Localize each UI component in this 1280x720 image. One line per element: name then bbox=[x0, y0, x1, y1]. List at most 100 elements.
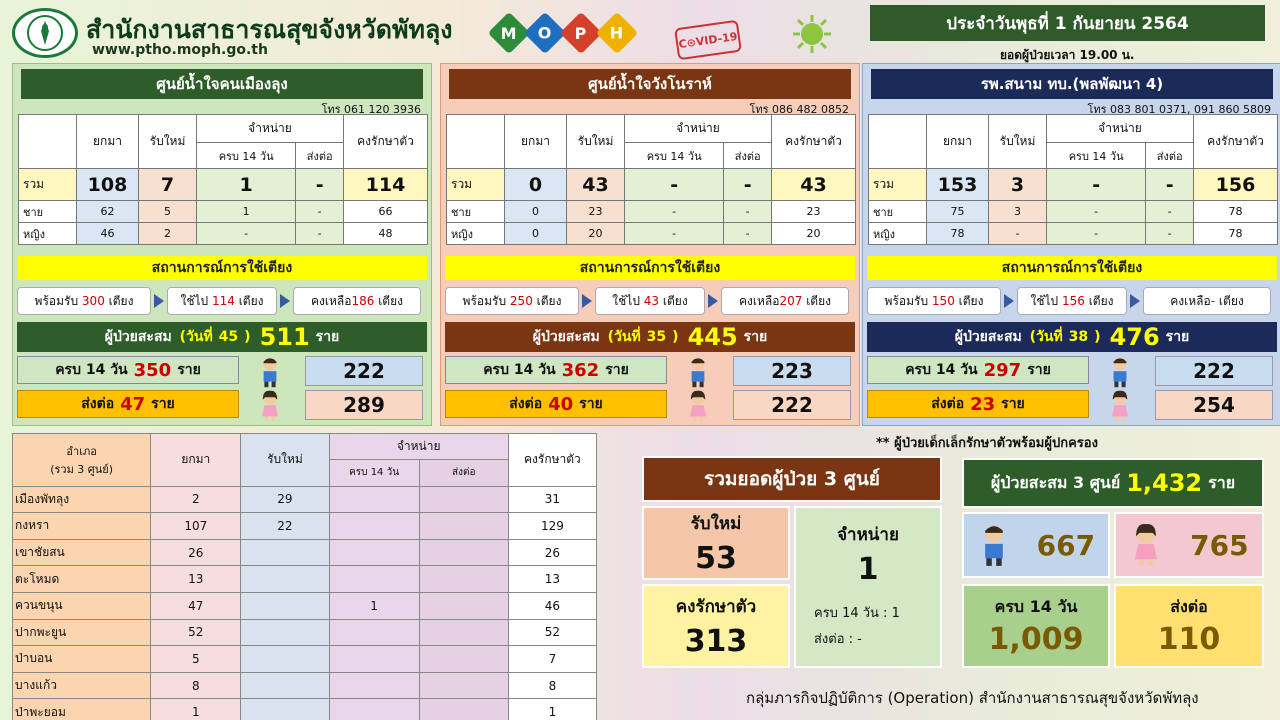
girl-icon bbox=[257, 390, 287, 422]
cell-refer: - bbox=[723, 222, 772, 245]
center-2-complete14: ครบ 14 วัน 362 ราย bbox=[445, 356, 667, 384]
district-remaining: 1 bbox=[507, 698, 598, 720]
district-c14 bbox=[328, 645, 420, 673]
arrow-icon bbox=[1004, 294, 1014, 308]
center-3-title: รพ.สนาม ทบ.(พลพัฒนา 4) bbox=[871, 69, 1273, 99]
district-refer bbox=[418, 671, 509, 700]
district-new bbox=[240, 671, 330, 700]
cell-remaining: 78 bbox=[1193, 200, 1278, 223]
boy-icon bbox=[1107, 356, 1137, 388]
cell-remaining: 156 bbox=[1193, 168, 1278, 201]
cell-complete14: - bbox=[623, 222, 725, 245]
center-3-girls: 254 bbox=[1155, 390, 1273, 420]
center-2-row-male: ชาย 0 23 - - 23 bbox=[446, 200, 856, 223]
cell-remaining: 20 bbox=[771, 222, 856, 245]
center-1-title: ศูนย์น้ำใจคนเมืองลุง bbox=[21, 69, 423, 99]
summary-discharge: จำหน่าย 1 ครบ 14 วัน : 1 ส่งต่อ : - bbox=[794, 506, 942, 668]
center-3-bed-heading: สถานการณ์การใช้เตียง bbox=[867, 256, 1277, 280]
cell-complete14: 1 bbox=[195, 168, 297, 201]
website-link[interactable]: www.ptho.moph.go.th bbox=[92, 42, 268, 58]
header-refer: ส่งต่อ bbox=[1145, 142, 1194, 169]
district-remaining: 46 bbox=[507, 591, 598, 620]
header-new: รับใหม่ bbox=[566, 114, 625, 169]
cell-complete14: - bbox=[623, 200, 725, 223]
arrow-icon bbox=[708, 294, 718, 308]
cumulative-3-unit: ราย bbox=[1208, 472, 1236, 492]
district-carried: 13 bbox=[150, 565, 242, 593]
header-remaining: คงรักษาตัว bbox=[771, 114, 856, 169]
row-label: หญิง bbox=[868, 222, 927, 245]
boy-icon bbox=[685, 356, 715, 388]
center-1-boys: 222 bbox=[305, 356, 423, 386]
cumulative-3-value: 1,432 bbox=[1126, 469, 1203, 497]
cell-carried: 153 bbox=[926, 168, 989, 201]
table-row: ป่าบอน 5 7 bbox=[11, 645, 598, 673]
cell-new: 2 bbox=[138, 222, 197, 245]
cell-carried: 78 bbox=[926, 222, 989, 245]
center-1-girls: 289 bbox=[305, 390, 423, 420]
district-remaining: 52 bbox=[507, 618, 598, 647]
beds-ready: พร้อมรับ 250 เตียง bbox=[445, 287, 579, 315]
beds-used: ใช้ไป 43 เตียง bbox=[595, 287, 705, 315]
cell-remaining: 78 bbox=[1193, 222, 1278, 245]
header-discharge: จำหน่าย bbox=[624, 114, 772, 143]
summary-discharge-c14: ครบ 14 วัน : 1 bbox=[814, 606, 900, 621]
cell-new: 7 bbox=[138, 168, 197, 201]
header-discharge: จำหน่าย bbox=[196, 114, 344, 143]
header-remaining: คงรักษาตัว bbox=[1193, 114, 1278, 169]
cell-carried: 62 bbox=[76, 200, 139, 223]
center-1-cumulative: ผู้ป่วยสะสม (วันที่ 45) 511 ราย bbox=[17, 322, 427, 352]
center-1-refer: ส่งต่อ 47 ราย bbox=[17, 390, 239, 418]
district-refer bbox=[418, 565, 509, 593]
arrow-icon bbox=[280, 294, 290, 308]
summary-girls-value: 765 bbox=[1190, 528, 1249, 562]
summary-c14-label: ครบ 14 วัน bbox=[994, 597, 1078, 616]
girl-icon bbox=[1135, 524, 1158, 566]
district-header-carried: ยกมา bbox=[150, 433, 242, 487]
cell-refer: - bbox=[1145, 222, 1194, 245]
center-3-boys: 222 bbox=[1155, 356, 1273, 386]
header-complete14: ครบ 14 วัน bbox=[623, 142, 725, 169]
table-row: เขาชัยสน 26 26 bbox=[11, 538, 598, 567]
summary-refer: ส่งต่อ 110 bbox=[1114, 584, 1264, 668]
summary-refer-label: ส่งต่อ bbox=[1170, 597, 1208, 616]
girl-icon bbox=[685, 390, 715, 422]
header-carried: ยกมา bbox=[926, 114, 989, 169]
cell-remaining: 114 bbox=[343, 168, 428, 201]
table-row: ปากพะยูน 52 52 bbox=[11, 618, 598, 647]
row-label: ชาย bbox=[868, 200, 927, 223]
district-carried: 2 bbox=[150, 485, 242, 514]
district-refer bbox=[418, 538, 509, 567]
district-name: ปากพะยูน bbox=[11, 618, 152, 647]
arrow-icon bbox=[582, 294, 592, 308]
center-2-beds: พร้อมรับ 250 เตียง ใช้ไป 43 เตียง คงเหลื… bbox=[445, 286, 857, 316]
center-2-table: ยกมา รับใหม่ จำหน่าย คงรักษาตัว ครบ 14 ว… bbox=[446, 114, 856, 245]
center-1-row-total: รวม 108 7 1 - 114 bbox=[18, 168, 428, 201]
district-remaining: 31 bbox=[507, 485, 598, 514]
summary-refer-value: 110 bbox=[1157, 622, 1221, 657]
district-refer bbox=[418, 485, 509, 514]
district-carried: 5 bbox=[150, 645, 242, 673]
center-2-row-female: หญิง 0 20 - - 20 bbox=[446, 222, 856, 245]
district-remaining: 129 bbox=[507, 512, 598, 540]
center-3-refer: ส่งต่อ 23 ราย bbox=[867, 390, 1089, 418]
district-remaining: 26 bbox=[507, 538, 598, 567]
summary-boys: 667 bbox=[962, 512, 1110, 578]
summary-c14-value: 1,009 bbox=[988, 622, 1084, 657]
cell-new: 23 bbox=[566, 200, 625, 223]
center-1-complete14: ครบ 14 วัน 350 ราย bbox=[17, 356, 239, 384]
cell-new: 43 bbox=[566, 168, 625, 201]
district-new bbox=[240, 698, 330, 720]
district-name: กงหรา bbox=[11, 512, 152, 540]
center-2-girls: 222 bbox=[733, 390, 851, 420]
cumulative-3-centers: ผู้ป่วยสะสม 3 ศูนย์ 1,432 ราย bbox=[962, 458, 1264, 508]
header-discharge: จำหน่าย bbox=[1046, 114, 1194, 143]
row-label: รวม bbox=[446, 168, 505, 201]
cell-carried: 0 bbox=[504, 222, 567, 245]
header-refer: ส่งต่อ bbox=[723, 142, 772, 169]
district-c14 bbox=[328, 485, 420, 514]
center-panel-3: รพ.สนาม ทบ.(พลพัฒนา 4) โทร 083 801 0371,… bbox=[862, 63, 1280, 426]
summary-discharge-refer: ส่งต่อ : - bbox=[814, 632, 862, 647]
center-3-row-total: รวม 153 3 - - 156 bbox=[868, 168, 1278, 201]
moph-badge-h: H bbox=[595, 11, 639, 55]
